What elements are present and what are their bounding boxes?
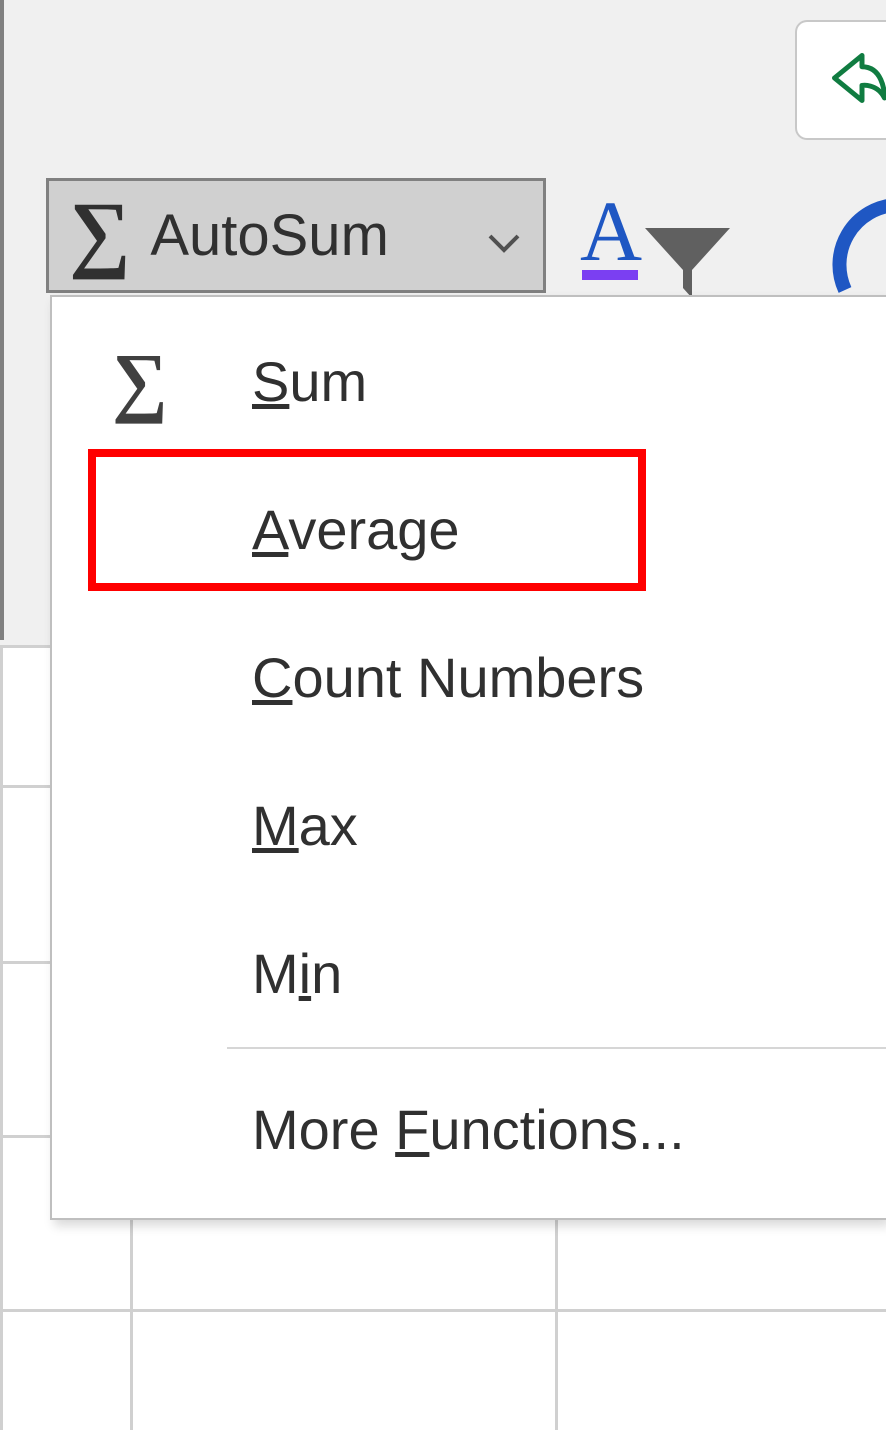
menu-item-label: Count Numbers [252, 645, 644, 710]
autosum-button[interactable]: ∑ AutoSum [46, 178, 546, 293]
menu-item-sum[interactable]: ∑ Sum [52, 307, 886, 455]
menu-item-more-functions[interactable]: More Functions... [52, 1049, 886, 1209]
autosum-label: AutoSum [150, 202, 389, 269]
share-button[interactable] [795, 20, 886, 140]
find-button[interactable] [825, 195, 886, 295]
menu-item-average[interactable]: Average [52, 455, 886, 603]
menu-item-min[interactable]: Min [52, 899, 886, 1047]
menu-item-label: Average [252, 497, 460, 562]
svg-text:A: A [580, 188, 642, 279]
menu-item-label: Min [252, 941, 342, 1006]
menu-item-label: Max [252, 793, 358, 858]
menu-item-label: Sum [252, 349, 367, 414]
sigma-icon: ∑ [69, 189, 130, 275]
autosum-dropdown: ∑ Sum Average Count Numbers Max Min More… [50, 295, 886, 1220]
sort-filter-icon: A [580, 188, 730, 303]
menu-item-count-numbers[interactable]: Count Numbers [52, 603, 886, 751]
chevron-down-icon[interactable] [487, 202, 521, 269]
sigma-icon: ∑ [112, 336, 168, 426]
sort-filter-button[interactable]: A [580, 188, 740, 298]
share-icon [812, 48, 872, 113]
menu-item-max[interactable]: Max [52, 751, 886, 899]
menu-item-label: More Functions... [252, 1097, 685, 1162]
